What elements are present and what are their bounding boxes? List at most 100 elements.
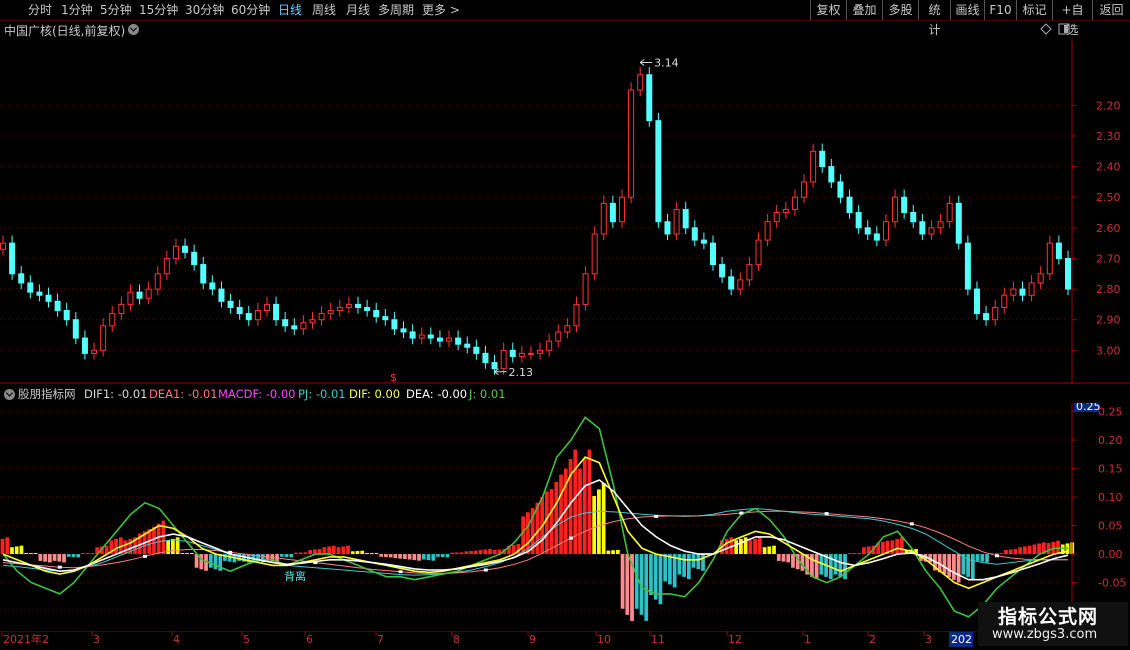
macd-bar <box>355 551 360 555</box>
period-tab-monthly[interactable]: 月线 <box>346 2 370 18</box>
macd-bar <box>895 538 899 555</box>
candle-body <box>327 310 334 315</box>
mark-button[interactable]: 标记 <box>1016 0 1052 20</box>
price-chart[interactable]: 3.00 2.90 2.80 2.70 2.60 2.50 2.40 2.30 2.20 3.1… <box>0 38 1130 384</box>
high-annotation: 3.14 <box>639 56 679 69</box>
candle-body <box>9 242 16 275</box>
period-tab-60min[interactable]: 60分钟 <box>231 2 270 18</box>
f10-button[interactable]: F10 <box>984 0 1016 20</box>
candle-body <box>409 331 416 339</box>
legend-dif1: DIF1: -0.01 <box>84 387 148 401</box>
candle-body <box>555 331 562 342</box>
period-tab-daily[interactable]: 日线 <box>278 2 302 18</box>
macd-bar <box>644 554 649 621</box>
macd-bar <box>331 545 336 555</box>
chevron-down-icon[interactable] <box>128 24 139 35</box>
macd-bar <box>464 551 469 555</box>
high-price-label: 3.14 <box>654 56 679 69</box>
low-price-label: 2.13 <box>509 366 534 379</box>
period-tab-15min[interactable]: 15分钟 <box>139 2 178 18</box>
candle-body <box>109 313 116 327</box>
candle-body <box>355 303 361 308</box>
candle-body <box>637 74 644 91</box>
macd-bar <box>360 550 365 555</box>
candle-body <box>191 251 198 266</box>
macd-bar <box>663 554 668 582</box>
multi-stock-button[interactable]: 多股 <box>882 0 918 20</box>
period-tab-multi[interactable]: 多周期 <box>378 2 414 18</box>
back-button[interactable]: 返回 <box>1092 0 1130 20</box>
macd-bar <box>284 554 289 558</box>
candle-body <box>746 264 753 281</box>
candle-body <box>646 74 653 122</box>
macd-bar <box>1018 547 1023 555</box>
macd-bar <box>611 550 615 555</box>
candle-body <box>1010 288 1017 296</box>
candle-body <box>427 334 434 339</box>
macd-bar <box>597 489 601 555</box>
period-tab-fenshi[interactable]: 分时 <box>28 2 52 18</box>
diamond-icon[interactable] <box>1040 23 1052 35</box>
candle-body <box>573 303 580 327</box>
candle-body <box>400 328 407 333</box>
window-toggle-icon[interactable] <box>1058 23 1070 35</box>
candle-body <box>682 208 689 229</box>
candle-body <box>591 233 598 275</box>
period-tab-weekly[interactable]: 周线 <box>312 2 336 18</box>
candle-body <box>955 202 962 244</box>
macd-bar <box>76 554 81 558</box>
candle-body <box>1046 242 1053 275</box>
macd-bar <box>294 552 298 555</box>
macd-bar <box>544 491 549 555</box>
candle-body <box>145 288 152 299</box>
price-tick-label: 2.60 <box>1096 222 1121 235</box>
more-menu[interactable]: 更多 > <box>422 2 460 18</box>
statistics-button[interactable]: 统计 <box>918 0 950 37</box>
price-tick-label: 2.90 <box>1096 314 1121 327</box>
macd-bar <box>0 538 5 555</box>
macd-bar <box>379 554 384 557</box>
period-tab-1min[interactable]: 1分钟 <box>61 2 93 18</box>
indicator-menu-icon[interactable] <box>4 389 15 400</box>
macd-bar <box>327 546 331 555</box>
indicator-chart[interactable]: 0.250.200.150.100.050.00-0.05-0.10 0.25 … <box>0 403 1130 631</box>
candle-body <box>628 89 635 198</box>
macd-bar <box>554 481 559 555</box>
series-marker <box>228 550 233 554</box>
candle-body <box>609 202 616 223</box>
candle-body <box>755 239 762 266</box>
draw-line-button[interactable]: 画线 <box>950 0 984 20</box>
date-label: 9 <box>529 633 536 646</box>
macd-bar <box>440 554 445 558</box>
restore-rights-button[interactable]: 复权 <box>810 0 846 20</box>
candle-body <box>846 196 853 214</box>
macd-bar <box>473 550 478 555</box>
candle-body <box>464 343 471 348</box>
series-marker <box>909 522 914 526</box>
series-marker <box>995 554 999 558</box>
candle-body <box>300 322 307 330</box>
candle-body <box>455 337 462 345</box>
candle-body <box>855 212 862 229</box>
macd-bar <box>587 449 592 555</box>
value-tick-label: 0.20 <box>1098 434 1123 447</box>
candle-body <box>1028 282 1035 296</box>
macd-bar <box>469 551 473 555</box>
candle-body <box>318 313 325 321</box>
period-tab-5min[interactable]: 5分钟 <box>100 2 132 18</box>
macd-bar <box>682 554 686 577</box>
macd-bar <box>767 546 772 555</box>
candle-body <box>500 349 507 370</box>
macd-bar <box>838 554 843 577</box>
candle-body <box>163 257 170 275</box>
candle-body <box>391 319 398 330</box>
candle-body <box>336 306 343 312</box>
add-favorite-button[interactable]: +自选 <box>1052 0 1092 37</box>
macd-bar <box>317 549 322 555</box>
macd-bar <box>975 554 980 561</box>
period-tab-30min[interactable]: 30分钟 <box>185 2 224 18</box>
macd-bar <box>431 554 436 561</box>
date-label: 4 <box>173 633 180 646</box>
overlay-button[interactable]: 叠加 <box>846 0 882 20</box>
candle-body <box>309 319 316 324</box>
